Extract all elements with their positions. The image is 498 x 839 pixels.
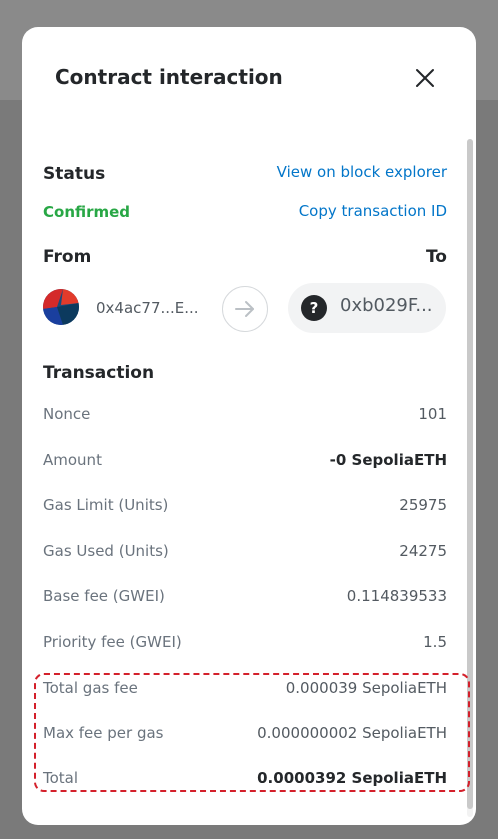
detail-row-amount: Amount -0 SepoliaETH	[43, 451, 447, 475]
detail-value: 101	[418, 405, 447, 423]
direction-indicator	[222, 286, 268, 332]
status-label: Status	[43, 164, 106, 184]
detail-key: Gas Limit (Units)	[43, 496, 169, 514]
to-label: To	[425, 247, 447, 267]
transaction-details-modal: Contract interaction Status View on bloc…	[22, 27, 476, 825]
detail-row-gas-used: Gas Used (Units) 24275	[43, 542, 447, 566]
modal-title: Contract interaction	[55, 65, 283, 89]
fee-highlight-box	[34, 673, 470, 792]
detail-value: -0 SepoliaETH	[329, 451, 447, 469]
transaction-label: Transaction	[43, 363, 155, 383]
detail-value: 0.114839533	[346, 587, 447, 605]
close-icon	[416, 69, 434, 87]
detail-row-priority-fee: Priority fee (GWEI) 1.5	[43, 633, 447, 657]
detail-row-nonce: Nonce 101	[43, 405, 447, 429]
copy-transaction-id-link[interactable]: Copy transaction ID	[299, 202, 447, 220]
detail-key: Amount	[43, 451, 102, 469]
detail-key: Priority fee (GWEI)	[43, 633, 182, 651]
detail-key: Base fee (GWEI)	[43, 587, 165, 605]
detail-value: 24275	[399, 542, 447, 560]
from-address: 0x4ac77...E...	[96, 299, 199, 317]
detail-row-base-fee: Base fee (GWEI) 0.114839533	[43, 587, 447, 611]
from-label: From	[43, 247, 92, 267]
detail-value: 25975	[399, 496, 447, 514]
detail-key: Nonce	[43, 405, 91, 423]
detail-key: Gas Used (Units)	[43, 542, 169, 560]
question-icon: ?	[301, 295, 327, 321]
to-account[interactable]: ? 0xb029F...	[288, 283, 446, 333]
detail-row-gas-limit: Gas Limit (Units) 25975	[43, 496, 447, 520]
view-on-block-explorer-link[interactable]: View on block explorer	[277, 163, 447, 181]
arrow-right-icon	[235, 301, 254, 317]
to-address: 0xb029F...	[340, 295, 433, 316]
detail-value: 1.5	[423, 633, 447, 651]
status-badge: Confirmed	[43, 203, 131, 221]
modal-header: Contract interaction	[22, 27, 476, 129]
from-account[interactable]: 0x4ac77...E...	[43, 285, 203, 329]
close-button[interactable]	[412, 65, 438, 91]
avatar	[43, 289, 79, 325]
